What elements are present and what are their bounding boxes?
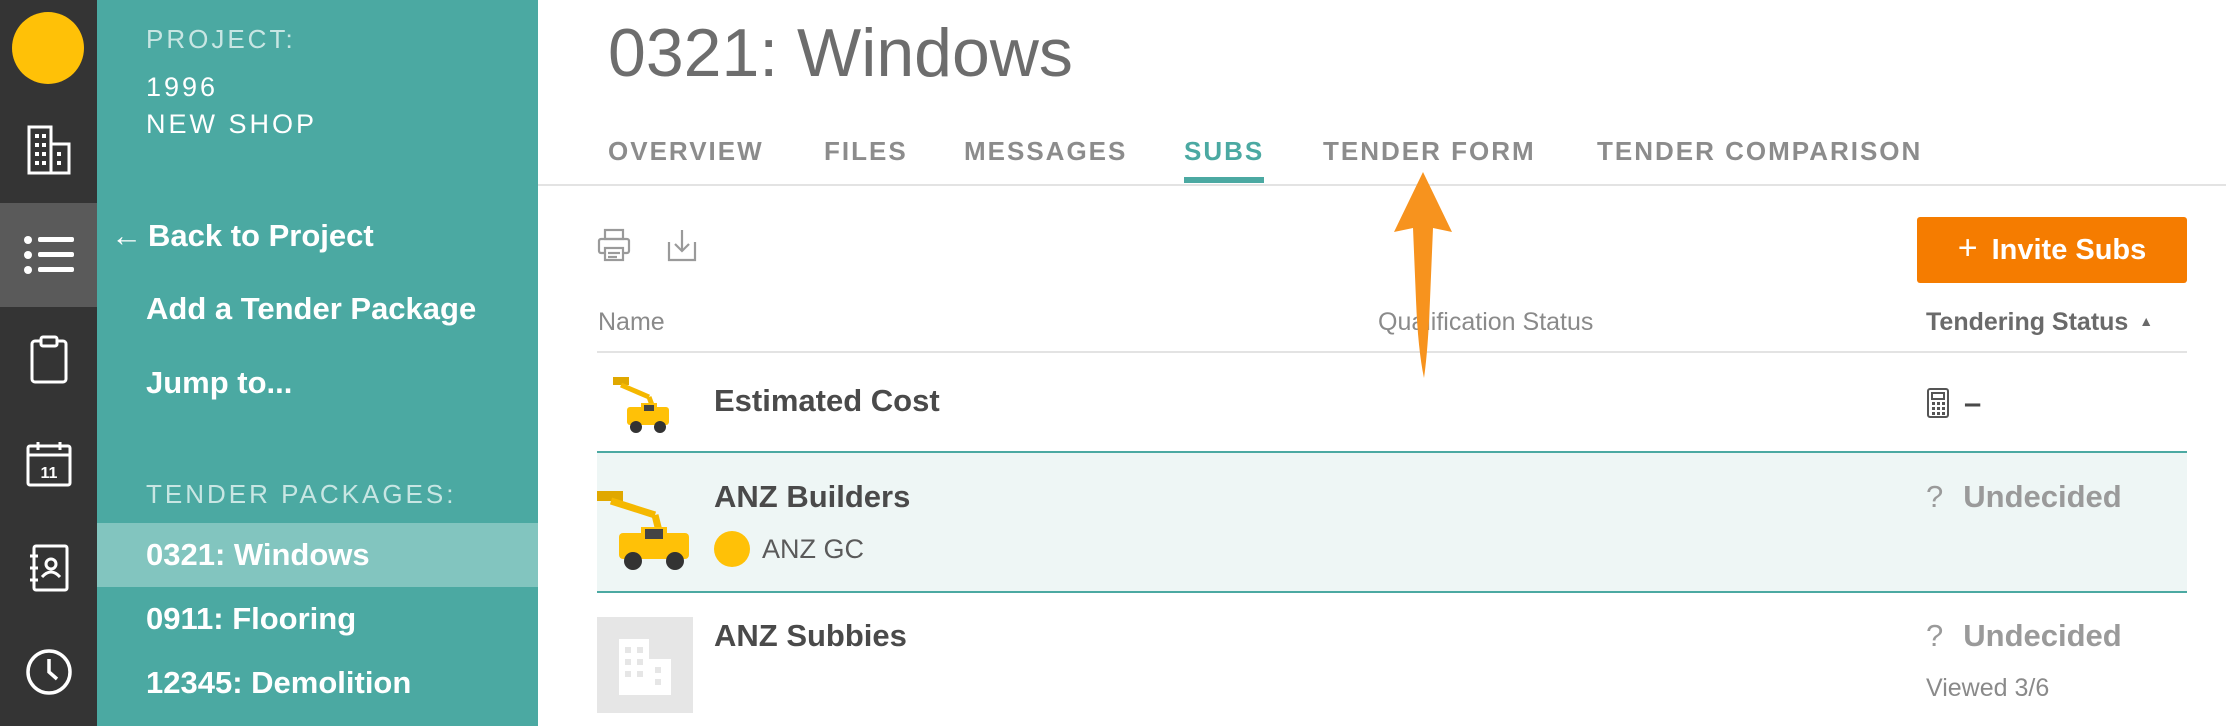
row-tendering-status[interactable]: ? Undecided [1926, 479, 2122, 515]
download-icon[interactable] [667, 228, 697, 267]
icon-rail: 11 [0, 0, 97, 726]
invite-subs-label: Invite Subs [1991, 233, 2147, 266]
arrow-left-icon: ← [111, 218, 142, 253]
status-value: – [1964, 385, 1982, 420]
tab-messages[interactable]: MESSAGES [964, 136, 1127, 167]
company-label: ANZ GC [762, 533, 865, 564]
calendar-icon[interactable]: 11 [0, 412, 97, 516]
sidebar-package-label: 0911: Flooring [146, 601, 357, 636]
building-icon[interactable] [0, 98, 97, 202]
tab-tender-form[interactable]: TENDER FORM [1323, 136, 1536, 167]
sidebar: PROJECT: 1996 NEW SHOP ← Back to Project … [97, 0, 538, 726]
plus-icon: + [1957, 228, 1978, 267]
sidebar-package-label: 0321: Windows [146, 537, 370, 572]
project-number: 1996 [146, 72, 219, 102]
table-row[interactable]: ANZ Builders ANZ GC ? Undecided [597, 451, 2187, 593]
tab-overview[interactable]: OVERVIEW [608, 136, 764, 167]
back-to-project-label: Back to Project [148, 218, 374, 253]
row-tendering-status: – [1926, 385, 1981, 421]
row-name[interactable]: ANZ Builders [714, 479, 910, 515]
project-name: NEW SHOP [146, 109, 318, 139]
svg-text:11: 11 [40, 465, 57, 482]
invite-subs-button[interactable]: + Invite Subs [1917, 217, 2187, 283]
tender-packages-label: TENDER PACKAGES: [146, 479, 457, 509]
tab-subs[interactable]: SUBS [1184, 136, 1265, 183]
row-tendering-status[interactable]: ? Undecided [1926, 618, 2122, 654]
tab-files[interactable]: FILES [824, 136, 908, 167]
column-header-name[interactable]: Name [598, 308, 665, 337]
sidebar-package-label: 12345: Demolition [146, 665, 412, 700]
annotation-arrow-icon [1390, 170, 1456, 385]
column-header-tendering-status[interactable]: Tendering Status ▲ [1926, 308, 2153, 337]
viewed-count: Viewed 3/6 [1926, 674, 2050, 702]
question-icon: ? [1926, 618, 1944, 653]
add-tender-package-link[interactable]: Add a Tender Package [146, 291, 476, 327]
row-name[interactable]: ANZ Subbies [714, 618, 907, 654]
status-value: Undecided [1963, 479, 2122, 514]
company-placeholder-icon [597, 617, 693, 713]
printer-icon[interactable] [597, 228, 631, 267]
table-row[interactable]: ANZ Subbies ? Undecided Viewed 3/6 [597, 591, 2187, 726]
jump-to-link[interactable]: Jump to... [146, 365, 292, 401]
contacts-book-icon[interactable] [0, 516, 97, 620]
status-value: Undecided [1963, 618, 2122, 653]
row-subtitle: ANZ GC [714, 531, 864, 567]
question-icon: ? [1926, 479, 1944, 514]
tendering-status-label: Tendering Status [1926, 308, 2129, 336]
company-avatar [714, 531, 750, 567]
sidebar-package-flooring[interactable]: 0911: Flooring [97, 587, 538, 651]
cherry-picker-truck-icon [611, 373, 673, 435]
row-name[interactable]: Estimated Cost [714, 383, 940, 419]
page-title: 0321: Windows [608, 15, 1073, 91]
list-icon[interactable] [0, 203, 97, 307]
sidebar-package-demolition[interactable]: 12345: Demolition [97, 651, 538, 715]
clipboard-icon[interactable] [0, 308, 97, 412]
back-to-project-link[interactable]: ← Back to Project [111, 218, 374, 254]
sort-ascending-icon: ▲ [2139, 313, 2154, 329]
app-logo[interactable] [12, 12, 84, 84]
tab-tender-comparison[interactable]: TENDER COMPARISON [1597, 136, 1922, 167]
sidebar-package-windows[interactable]: 0321: Windows [97, 523, 538, 587]
cherry-picker-truck-icon [597, 483, 693, 573]
calculator-icon [1926, 387, 1950, 419]
project-label: PROJECT: [146, 24, 296, 54]
clock-icon[interactable] [0, 620, 97, 724]
